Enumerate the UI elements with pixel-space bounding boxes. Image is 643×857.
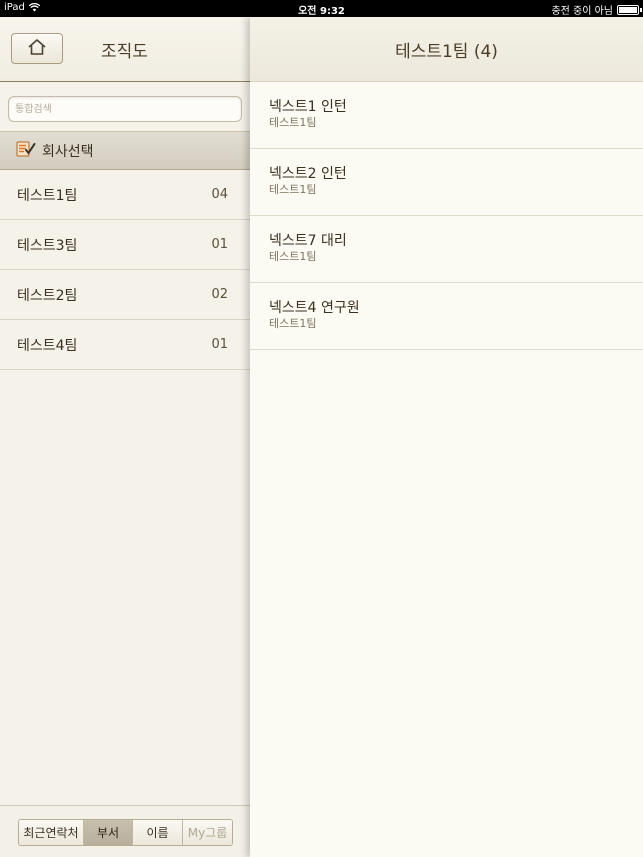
right-panel: 테스트1팀 (4) 넥스트1 인턴 테스트1팀 넥스트2 인턴 테스트1팀 넥스… xyxy=(250,17,643,857)
search-bar xyxy=(0,82,250,132)
home-icon xyxy=(27,38,47,60)
member-name: 넥스트7 대리 xyxy=(269,233,347,249)
department-name: 테스트4팀 xyxy=(17,337,78,354)
member-department: 테스트1팀 xyxy=(269,183,317,196)
battery-status-text: 충전 중이 아님 xyxy=(551,6,613,17)
department-list: 테스트1팀 04 테스트3팀 01 테스트2팀 02 테스트4팀 01 xyxy=(0,170,250,370)
member-list: 넥스트1 인턴 테스트1팀 넥스트2 인턴 테스트1팀 넥스트7 대리 테스트1… xyxy=(250,82,643,350)
tab-my-group[interactable]: My그룹 xyxy=(183,820,232,845)
tab-name[interactable]: 이름 xyxy=(133,820,183,845)
company-select-label: 회사선택 xyxy=(42,143,94,160)
department-row[interactable]: 테스트2팀 02 xyxy=(0,270,250,320)
left-header: 조직도 xyxy=(0,17,250,82)
member-row[interactable]: 넥스트7 대리 테스트1팀 xyxy=(250,216,643,283)
member-row[interactable]: 넥스트4 연구원 테스트1팀 xyxy=(250,283,643,350)
page-title: 조직도 xyxy=(101,42,148,62)
department-row[interactable]: 테스트4팀 01 xyxy=(0,320,250,370)
edit-checklist-icon xyxy=(16,140,36,162)
department-row[interactable]: 테스트1팀 04 xyxy=(0,170,250,220)
home-button[interactable] xyxy=(11,33,63,64)
right-header: 테스트1팀 (4) xyxy=(250,17,643,82)
status-time: 오전 9:32 xyxy=(298,6,345,17)
bottom-toolbar: 최근연락처 부서 이름 My그룹 xyxy=(0,805,250,857)
battery-icon xyxy=(617,4,642,15)
department-count: 01 xyxy=(211,337,228,352)
tab-recent-contacts[interactable]: 최근연락처 xyxy=(19,820,84,845)
member-row[interactable]: 넥스트2 인턴 테스트1팀 xyxy=(250,149,643,216)
department-name: 테스트3팀 xyxy=(17,237,78,254)
department-count: 02 xyxy=(211,287,228,302)
member-name: 넥스트4 연구원 xyxy=(269,300,360,316)
status-right: 충전 중이 아님 xyxy=(551,2,642,17)
view-segmented-control: 최근연락처 부서 이름 My그룹 xyxy=(18,819,233,846)
member-department: 테스트1팀 xyxy=(269,317,317,330)
company-select-button[interactable]: 회사선택 xyxy=(0,132,250,170)
search-input[interactable] xyxy=(8,96,242,122)
member-name: 넥스트2 인턴 xyxy=(269,166,347,182)
member-row[interactable]: 넥스트1 인턴 테스트1팀 xyxy=(250,82,643,149)
member-name: 넥스트1 인턴 xyxy=(269,99,347,115)
department-count: 01 xyxy=(211,237,228,252)
left-panel: 조직도 회사선택 테스트1팀 04 테스트3팀 01 테스트2팀 02 xyxy=(0,17,250,857)
department-count: 04 xyxy=(211,187,228,202)
department-name: 테스트2팀 xyxy=(17,287,78,304)
department-title: 테스트1팀 (4) xyxy=(395,42,498,62)
tab-department[interactable]: 부서 xyxy=(84,820,133,845)
member-department: 테스트1팀 xyxy=(269,116,317,129)
member-department: 테스트1팀 xyxy=(269,250,317,263)
department-name: 테스트1팀 xyxy=(17,187,78,204)
status-bar: iPad 오전 9:32 충전 중이 아님 xyxy=(0,0,643,17)
department-row[interactable]: 테스트3팀 01 xyxy=(0,220,250,270)
